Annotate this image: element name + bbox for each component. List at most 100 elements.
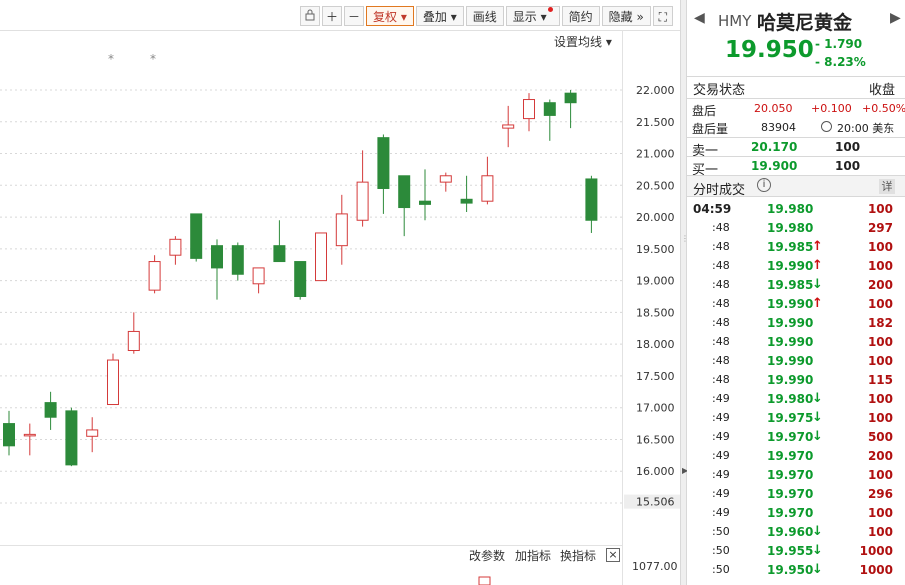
after-hours-change: +0.100 — [811, 102, 852, 115]
tick-price: 19.985 — [767, 240, 814, 254]
candle-body — [460, 198, 473, 204]
tick-row: :48 19.990 ↑ 100 — [687, 257, 905, 276]
tick-qty: 100 — [867, 411, 893, 425]
candle-body — [211, 245, 223, 269]
prev-stock-icon[interactable]: ◀ — [694, 10, 705, 26]
stock-name: 哈莫尼黄金 — [757, 12, 853, 34]
panel-splitter[interactable]: ⋮ ▶ — [680, 0, 689, 585]
tick-row: :48 19.990 100 — [687, 352, 905, 371]
tick-qty: 100 — [867, 259, 893, 273]
y-tick-label: 16.000 — [636, 465, 675, 478]
candle-body — [481, 175, 494, 202]
tick-row: :48 19.980 297 — [687, 219, 905, 238]
chevron-down-icon: ▾ — [400, 10, 407, 24]
close-icon[interactable]: × — [606, 548, 620, 562]
candle-body — [23, 433, 36, 437]
tick-time: :50 — [712, 544, 730, 557]
tick-row: :48 19.990 115 — [687, 371, 905, 390]
tick-row: 04:59 19.980 100 — [687, 200, 905, 219]
tick-time: :49 — [712, 392, 730, 405]
kline-chart-area[interactable]: ＋ － 复权 ▾ 叠加 ▾ 画线 显示 ▾ 简约 隐藏 » ⛶ 设置均线 ▾ *… — [0, 0, 680, 585]
tick-time: :48 — [712, 221, 730, 234]
candle-body — [585, 178, 598, 221]
tick-time: :48 — [712, 278, 730, 291]
tick-time: :48 — [712, 354, 730, 367]
trading-status-label: 交易状态 — [693, 83, 746, 98]
plus-icon[interactable]: ＋ — [322, 6, 342, 26]
display-dropdown[interactable]: 显示 ▾ — [505, 6, 560, 26]
candle-body — [419, 200, 431, 205]
indicator-divider — [0, 545, 622, 546]
lock-icon[interactable] — [300, 6, 320, 26]
tick-row: :48 19.990 182 — [687, 314, 905, 333]
arrow-down-icon: ↓ — [812, 524, 823, 539]
simple-button[interactable]: 简约 — [561, 6, 600, 26]
divider — [687, 98, 905, 99]
tick-time: 04:59 — [693, 202, 732, 216]
tick-row: :49 19.970 ↓ 500 — [687, 428, 905, 447]
tick-qty: 297 — [867, 221, 893, 235]
candle-body — [148, 261, 161, 291]
draw-line-button[interactable]: 画线 — [465, 6, 504, 26]
tick-time: :49 — [712, 506, 730, 519]
y-tick-label: 20.000 — [636, 211, 675, 224]
tick-row: :49 19.970 100 — [687, 504, 905, 523]
candle-body — [169, 238, 182, 256]
tick-qty: 100 — [867, 240, 893, 254]
tick-row: :49 19.970 296 — [687, 485, 905, 504]
tick-time: :49 — [712, 468, 730, 481]
divider — [687, 137, 905, 138]
trading-status-value: 收盘 — [869, 83, 896, 98]
event-marker[interactable]: * — [150, 52, 156, 66]
tick-qty: 100 — [867, 468, 893, 482]
adjust-dropdown[interactable]: 复权 ▾ — [366, 6, 414, 26]
price-change: - 1.790 — [815, 37, 863, 51]
bid-price: 19.900 — [751, 159, 798, 173]
arrow-down-icon: ↓ — [812, 277, 823, 292]
add-indicator-link[interactable]: 加指标 — [515, 547, 551, 564]
candle-body — [398, 175, 411, 209]
y-tick-label: 16.500 — [636, 433, 675, 446]
tick-price: 19.970 — [767, 449, 814, 463]
tick-time: :50 — [712, 563, 730, 576]
tick-qty: 1000 — [859, 544, 893, 558]
candle-body — [107, 359, 119, 406]
clock-icon — [821, 121, 832, 132]
tick-qty: 100 — [867, 354, 893, 368]
info-icon[interactable]: i — [757, 178, 771, 192]
minus-icon[interactable]: － — [344, 6, 364, 26]
adjust-label: 复权 — [373, 10, 398, 24]
tick-row: :49 19.975 ↓ 100 — [687, 409, 905, 428]
chevron-down-icon: ▾ — [540, 10, 547, 24]
arrow-up-icon: ↑ — [812, 239, 823, 254]
candle-body — [3, 423, 15, 447]
switch-indicator-link[interactable]: 换指标 — [560, 547, 596, 564]
candle-body — [315, 232, 327, 282]
y-tick-label: 17.000 — [636, 402, 675, 415]
next-stock-icon[interactable]: ▶ — [890, 10, 901, 26]
ma-setting-dropdown[interactable]: 设置均线 ▾ — [554, 33, 612, 50]
tick-price: 19.970 — [767, 468, 814, 482]
tick-price: 19.970 — [767, 506, 814, 520]
ma-setting-label: 设置均线 — [554, 35, 603, 49]
tick-time: :48 — [712, 373, 730, 386]
overlay-dropdown[interactable]: 叠加 ▾ — [415, 6, 464, 26]
y-tick-label: 18.500 — [636, 306, 675, 319]
tick-time: :49 — [712, 487, 730, 500]
tick-price: 19.955 — [767, 544, 814, 558]
tick-time: :48 — [712, 297, 730, 310]
tick-time: :49 — [712, 430, 730, 443]
detail-button[interactable]: 详 — [879, 179, 895, 194]
tick-time: :48 — [712, 259, 730, 272]
candle-body — [543, 102, 556, 116]
candle-body — [294, 261, 307, 297]
tick-qty: 100 — [867, 392, 893, 406]
tick-row: :50 19.950 ↓ 1000 — [687, 561, 905, 580]
event-marker[interactable]: * — [108, 52, 114, 66]
hide-button[interactable]: 隐藏 » — [601, 6, 651, 26]
after-hours-volume-label: 盘后量 — [692, 122, 729, 136]
edit-params-link[interactable]: 改参数 — [469, 547, 505, 564]
arrow-up-icon: ↑ — [812, 296, 823, 311]
fullscreen-icon[interactable]: ⛶ — [652, 6, 673, 26]
candle-body — [231, 245, 244, 275]
